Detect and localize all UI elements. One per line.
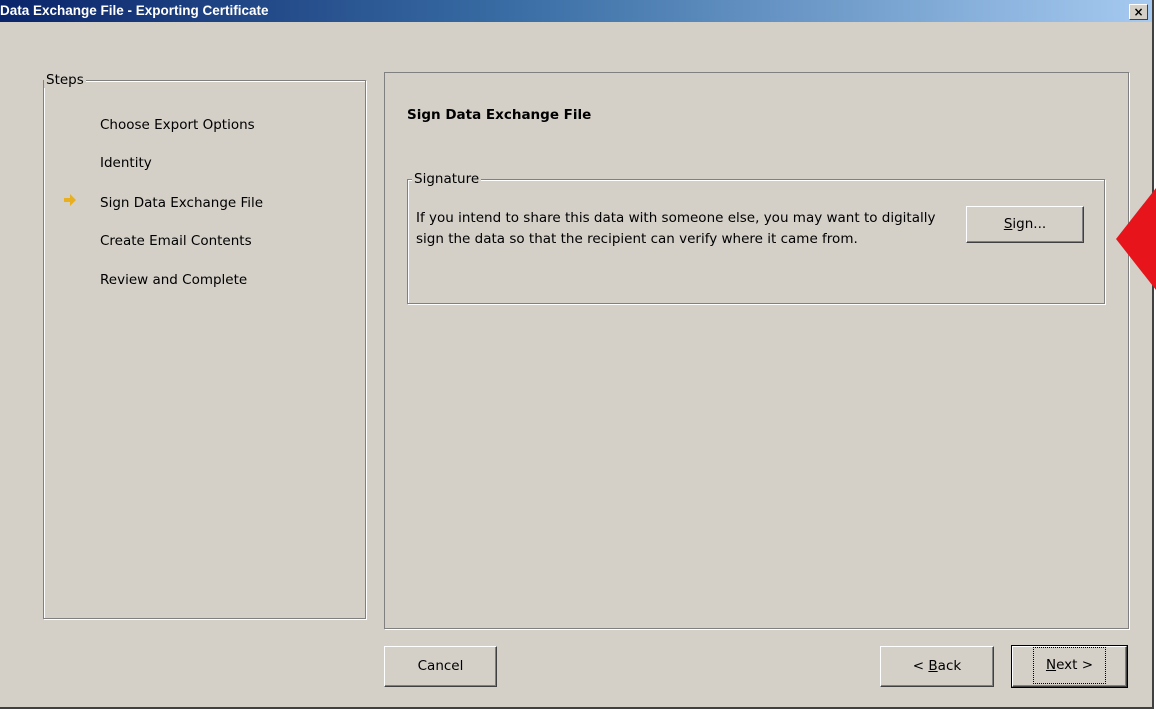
title-bar[interactable]: Data Exchange File - Exporting Certifica…	[0, 0, 1152, 22]
steps-legend: Steps	[44, 72, 86, 88]
steps-group: Steps Choose Export Options Identity Sig…	[43, 72, 366, 619]
close-button[interactable]: ×	[1129, 4, 1148, 20]
cancel-button[interactable]: Cancel	[384, 646, 497, 687]
window-title: Data Exchange File - Exporting Certifica…	[0, 3, 269, 18]
next-focus-rect: Next >	[1032, 647, 1107, 684]
step-review-and-complete: Review and Complete	[100, 272, 248, 288]
next-label-rest: ext >	[1056, 657, 1094, 673]
back-label-rest: ack	[937, 658, 962, 674]
sign-label-rest: ign...	[1012, 216, 1047, 232]
step-create-email-contents: Create Email Contents	[100, 233, 252, 249]
dialog-window: Data Exchange File - Exporting Certifica…	[0, 0, 1154, 709]
step-identity: Identity	[100, 155, 152, 171]
back-mnemonic: B	[928, 658, 938, 674]
back-button[interactable]: < Back	[880, 646, 994, 687]
next-mnemonic: N	[1045, 657, 1057, 673]
back-prefix: <	[912, 658, 929, 674]
signature-description: If you intend to share this data with so…	[416, 210, 936, 247]
current-step-arrow-icon	[64, 194, 76, 206]
content-panel: Sign Data Exchange File Signature If you…	[384, 72, 1129, 629]
annotation-arrow-icon	[1116, 188, 1156, 290]
step-sign-data-exchange-file: Sign Data Exchange File	[100, 195, 264, 211]
page-heading: Sign Data Exchange File	[407, 107, 592, 123]
sign-button[interactable]: Sign...	[966, 206, 1084, 243]
signature-group: Signature If you intend to share this da…	[407, 171, 1105, 304]
step-choose-export-options: Choose Export Options	[100, 117, 255, 133]
signature-legend: Signature	[412, 171, 482, 187]
next-button[interactable]: Next >	[1011, 645, 1128, 688]
